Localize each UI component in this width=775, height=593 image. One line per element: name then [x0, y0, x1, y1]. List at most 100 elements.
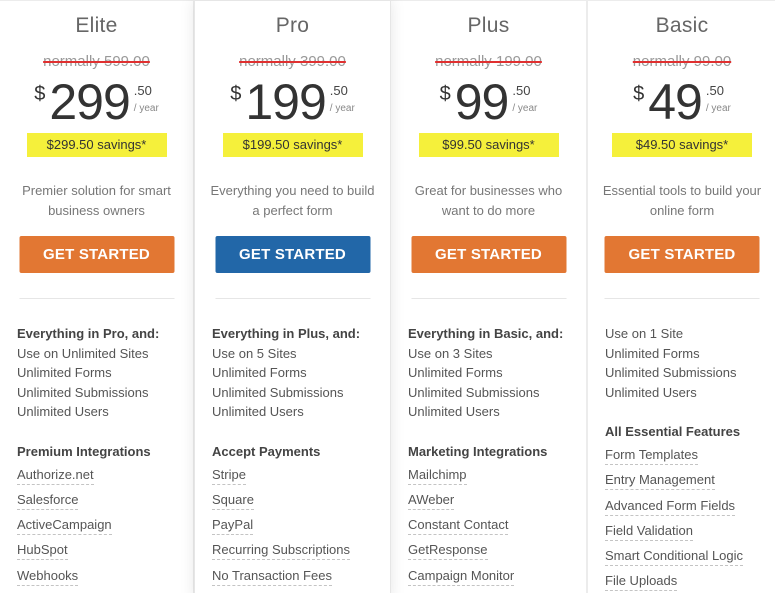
price-period: / year: [705, 103, 731, 114]
price-amount: 99: [454, 74, 510, 130]
pricing-card-basic: Basic normally 99.00 $49.50 / year $49.50…: [587, 0, 775, 593]
feature-group-heading: All Essential Features: [605, 424, 741, 439]
feature-link[interactable]: Square: [212, 492, 254, 510]
price-period: / year: [133, 103, 159, 114]
feature-link[interactable]: Stripe: [212, 467, 246, 485]
feature-link[interactable]: No Transaction Fees: [212, 568, 332, 586]
normal-price-text: normally 599.00: [43, 53, 150, 70]
plan-description: Great for businesses who want to do more: [414, 183, 563, 218]
price: $299.50 / year: [0, 75, 193, 131]
currency-symbol: $: [34, 83, 46, 105]
currency-symbol: $: [633, 83, 645, 105]
feature-link[interactable]: Field Validation: [605, 523, 693, 541]
normal-price: normally 599.00: [0, 53, 193, 70]
currency-symbol: $: [439, 83, 451, 105]
feature-link[interactable]: AWeber: [408, 492, 455, 510]
divider: [215, 298, 370, 299]
plan-name: Plus: [467, 14, 510, 37]
pricing-card-elite: Elite normally 599.00 $299.50 / year $299…: [0, 0, 194, 593]
normal-price-text: normally 199.00: [435, 53, 542, 70]
price-period: / year: [512, 103, 538, 114]
features-heading: Everything in Pro, and:: [17, 326, 160, 341]
price-amount: 49: [648, 74, 703, 130]
currency-symbol: $: [230, 83, 242, 105]
savings-badge: $199.50 savings*: [222, 133, 363, 157]
features-heading: Everything in Basic, and:: [408, 326, 564, 341]
feature-item: Use on 1 Site: [605, 326, 684, 341]
price: $99.50 / year: [391, 75, 586, 131]
features-list: Everything in Basic, and: Use on 3 Sites U…: [408, 324, 578, 588]
feature-item: Unlimited Submissions: [408, 384, 540, 400]
price-amount: 199: [245, 74, 326, 130]
get-started-button[interactable]: GET STARTED: [19, 236, 174, 273]
feature-link[interactable]: Salesforce: [17, 492, 79, 510]
plan-description: Everything you need to build a perfect f…: [210, 183, 375, 218]
feature-link[interactable]: Mailchimp: [408, 467, 467, 485]
feature-link[interactable]: Form Templates: [605, 447, 698, 465]
price-period: / year: [329, 103, 355, 114]
feature-link[interactable]: PayPal: [212, 517, 254, 536]
feature-link[interactable]: ActiveCampaign: [17, 517, 112, 536]
feature-item: Unlimited Users: [408, 404, 500, 419]
feature-item: Use on 5 Sites: [212, 345, 297, 361]
feature-item: Unlimited Forms: [408, 365, 503, 380]
normal-price-text: normally 399.00: [239, 53, 346, 70]
feature-link[interactable]: Authorize.net: [17, 467, 94, 485]
plan-name: Elite: [75, 14, 118, 37]
feature-link[interactable]: Webhooks: [17, 568, 79, 586]
get-started-button[interactable]: GET STARTED: [604, 236, 760, 273]
feature-link[interactable]: Campaign Monitor: [408, 568, 515, 586]
price: $199.50 / year: [195, 75, 390, 131]
savings-badge: $99.50 savings*: [418, 133, 559, 157]
savings-badge: $299.50 savings*: [26, 133, 167, 157]
price-cents: .50: [512, 83, 531, 98]
features-list: Use on 1 Site Unlimited Forms Unlimited Su…: [605, 324, 768, 593]
feature-link[interactable]: GetResponse: [408, 542, 488, 561]
pricing-table: Elite normally 599.00 $299.50/ year $299…: [0, 0, 775, 593]
feature-link[interactable]: Entry Management: [605, 472, 715, 491]
feature-group-heading: Premium Integrations: [17, 443, 151, 459]
feature-item: Unlimited Users: [605, 384, 697, 400]
feature-item: Unlimited Users: [212, 404, 304, 419]
normal-price: normally 99.00: [588, 53, 775, 70]
price-cents: .50: [329, 83, 348, 98]
normal-price-text: normally 99.00: [632, 53, 732, 70]
features-list: Everything in Pro, and: Use on Unlimited …: [17, 324, 185, 588]
feature-link[interactable]: Recurring Subscriptions: [212, 542, 351, 561]
divider: [411, 298, 566, 299]
feature-item: Unlimited Users: [17, 404, 109, 419]
feature-item: Unlimited Forms: [212, 365, 307, 380]
price-amount: 299: [49, 74, 130, 130]
get-started-button[interactable]: GET STARTED: [215, 236, 370, 273]
divider: [604, 298, 760, 299]
plan-name: Basic: [655, 14, 709, 37]
plan-description: Essential tools to build your online for…: [602, 183, 762, 218]
feature-item: Use on 3 Sites: [408, 345, 493, 361]
features-list: Everything in Plus, and: Use on 5 Sites Un…: [212, 324, 382, 588]
feature-item: Unlimited Forms: [605, 345, 700, 361]
features-heading: Everything in Plus, and:: [212, 326, 361, 341]
pricing-card-pro: Pro normally 399.00 $199.50 / year $199.5…: [194, 0, 391, 593]
normal-price: normally 399.00: [195, 53, 390, 70]
get-started-button[interactable]: GET STARTED: [411, 236, 566, 273]
feature-item: Unlimited Submissions: [17, 384, 149, 400]
feature-link[interactable]: Smart Conditional Logic: [605, 548, 744, 567]
feature-link[interactable]: HubSpot: [17, 542, 68, 561]
plan-description: Premier solution for smart business owne…: [22, 183, 171, 218]
savings-badge: $49.50 savings*: [612, 133, 752, 157]
price-cents: .50: [133, 83, 152, 98]
normal-price: normally 199.00: [391, 53, 586, 70]
feature-item: Unlimited Submissions: [605, 365, 737, 380]
feature-group-heading: Accept Payments: [212, 443, 321, 459]
divider: [19, 298, 174, 299]
price: $49.50 / year: [588, 75, 775, 131]
plan-name: Pro: [275, 14, 310, 37]
feature-link[interactable]: Constant Contact: [408, 517, 509, 536]
feature-link[interactable]: Advanced Form Fields: [605, 498, 736, 516]
feature-item: Unlimited Submissions: [212, 384, 344, 400]
feature-link[interactable]: File Uploads: [605, 573, 678, 592]
feature-item: Use on Unlimited Sites: [17, 345, 149, 361]
pricing-card-plus: Plus normally 199.00 $99.50 / year $99.50…: [390, 0, 587, 593]
feature-group-heading: Marketing Integrations: [408, 443, 548, 459]
price-cents: .50: [705, 83, 724, 98]
